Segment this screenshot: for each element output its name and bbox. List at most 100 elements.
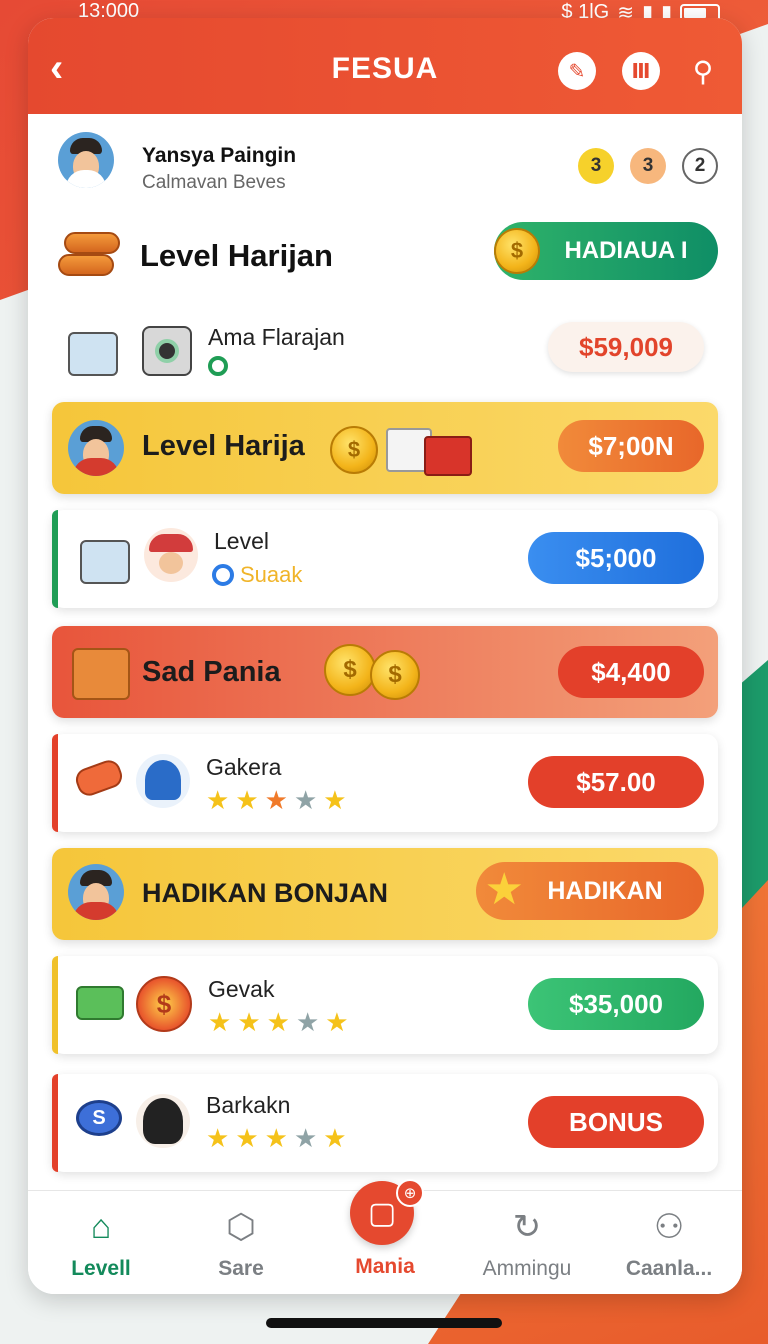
star-icon: ★ [264, 785, 288, 815]
avatar [68, 864, 124, 920]
banner-title: Level Harija [142, 430, 305, 462]
banner-level-harija[interactable]: Level Harija $ $7;00N [52, 402, 718, 494]
coin-icon: $ [494, 228, 540, 274]
camera-icon [142, 326, 192, 376]
radio-icon [80, 540, 130, 584]
gift-box-icon [424, 436, 472, 476]
nav-item-caanla[interactable]: ⚇ Caanla... [604, 1205, 734, 1281]
list-item-ama-flarajan[interactable]: Ama Flarajan $59,009 [52, 308, 718, 388]
price-pill[interactable]: $59,009 [548, 322, 704, 372]
nav-label: Mania [355, 1255, 415, 1278]
nav-label: Levell [71, 1257, 131, 1280]
star-icon: ★ [235, 1123, 259, 1153]
avatar [144, 528, 198, 582]
star-icon: ★ [206, 785, 230, 815]
wallet-icon[interactable]: Ⅲ [622, 52, 660, 90]
badge-yellow: 3 [578, 148, 614, 184]
price-pill[interactable]: $4,400 [558, 646, 704, 698]
chat-bubble-icon: S [76, 1100, 122, 1136]
coin-icon: $ [370, 650, 420, 700]
app-header: ‹ FESUA ✎ Ⅲ ⚲ [28, 18, 742, 114]
bonus-button[interactable]: BONUS [528, 1096, 704, 1148]
item-name: Gakera [206, 754, 282, 780]
coin-icon: $ [324, 644, 376, 696]
bottom-nav: ⌂ Levell ⬡ Sare ▢ ⊕ Mania ↻ Ammingu ⚇ Ca… [28, 1179, 742, 1294]
profile-subtitle: Calmavan Beves [142, 172, 286, 193]
price-pill[interactable]: $35,000 [528, 978, 704, 1030]
list-item-gakera[interactable]: Gakera ★ ★ ★ ★ ★ $57.00 [52, 734, 718, 832]
star-icon: ★ [235, 785, 259, 815]
tag-icon[interactable]: ⚲ [684, 52, 722, 90]
app-window: ‹ FESUA ✎ Ⅲ ⚲ Yansya Paingin Calmavan Be… [28, 18, 742, 1294]
avatar [136, 1094, 190, 1148]
briefcase-icon [68, 332, 118, 376]
card-accent [52, 956, 58, 1054]
status-dot-icon [208, 356, 228, 376]
nav-item-sare[interactable]: ⬡ Sare [176, 1205, 306, 1281]
star-icon: ★ [208, 1007, 232, 1037]
banner-sad-pania[interactable]: Sad Pania $ $ $4,400 [52, 626, 718, 718]
nav-item-levell[interactable]: ⌂ Levell [36, 1205, 166, 1281]
user-icon: ⚇ [653, 1208, 685, 1246]
list-item-barkakn[interactable]: S Barkakn ★ ★ ★ ★ ★ BONUS [52, 1074, 718, 1172]
nav-item-ammingu[interactable]: ↻ Ammingu [462, 1205, 592, 1281]
star-half-icon: ★ [295, 1007, 320, 1037]
star-icon: ★ [323, 1123, 347, 1153]
star-icon: ★ [323, 785, 347, 815]
price-pill[interactable]: $57.00 [528, 756, 704, 808]
center-square-icon: ▢ [367, 1196, 397, 1230]
card-accent [52, 1074, 58, 1172]
item-name: Gevak [208, 976, 275, 1002]
hadiaua-button-label: HADIAUA I [564, 237, 688, 264]
price-pill[interactable]: $7;00N [558, 420, 704, 472]
info-dot-icon [212, 564, 234, 586]
hexagon-icon: ⬡ [226, 1208, 256, 1246]
logs-icon [58, 232, 122, 280]
star-icon: ★ [325, 1007, 349, 1037]
home-icon: ⌂ [90, 1208, 112, 1246]
nav-label: Caanla... [625, 1257, 713, 1280]
banner-title: HADIKAN BONJAN [142, 878, 389, 908]
profile-row[interactable]: Yansya Paingin Calmavan Beves 3 3 2 [58, 132, 718, 200]
star-icon: ★ [264, 1123, 288, 1153]
price-pill[interactable]: $5;000 [528, 532, 704, 584]
pipe-icon [72, 756, 126, 800]
badge-orange: 3 [630, 148, 666, 184]
nav-item-mania[interactable]: Mania [320, 1255, 450, 1279]
banner-hadikan-bonjan[interactable]: HADIKAN BONJAN HADIKAN ★ [52, 848, 718, 940]
nav-label: Ammingu [482, 1257, 572, 1280]
star-half-icon: ★ [293, 785, 318, 815]
star-icon: ★ [237, 1007, 261, 1037]
star-half-icon: ★ [293, 1123, 318, 1153]
edit-icon[interactable]: ✎ [558, 52, 596, 90]
coin-icon: $ [330, 426, 378, 474]
rating-stars: ★ ★ ★ ★ ★ [206, 786, 347, 814]
globe-badge-icon: ⊕ [396, 1179, 424, 1207]
rating-stars: ★ ★ ★ ★ ★ [208, 1008, 349, 1036]
star-icon: ★ [266, 1007, 290, 1037]
home-indicator [266, 1318, 502, 1328]
badge-group: 3 3 2 [578, 148, 718, 184]
rating-stars: ★ ★ ★ ★ ★ [206, 1124, 347, 1152]
item-name: Level [214, 528, 269, 554]
item-name: Ama Flarajan [208, 324, 345, 350]
item-subtitle: Suaak [240, 562, 303, 587]
cash-icon [76, 986, 124, 1020]
list-item-level[interactable]: Level Suaak $5;000 [52, 510, 718, 608]
card-accent [52, 734, 58, 832]
avatar [68, 420, 124, 476]
level-row: Level Harijan HADIAUA I $ [58, 218, 718, 298]
star-icon: ★ [484, 865, 524, 914]
profile-name: Yansya Paingin [142, 144, 297, 167]
refresh-icon: ↻ [512, 1208, 542, 1246]
badge-outline: 2 [682, 148, 718, 184]
hadikan-button-label: HADIKAN [547, 876, 663, 905]
avatar [136, 754, 190, 808]
chip-icon: $ [136, 976, 192, 1032]
star-icon: ★ [206, 1123, 230, 1153]
list-item-gevak[interactable]: $ Gevak ★ ★ ★ ★ ★ $35,000 [52, 956, 718, 1054]
banner-title: Sad Pania [142, 656, 281, 688]
level-title: Level Harijan [140, 238, 333, 273]
gift-crate-icon [72, 648, 130, 700]
avatar [58, 132, 114, 188]
